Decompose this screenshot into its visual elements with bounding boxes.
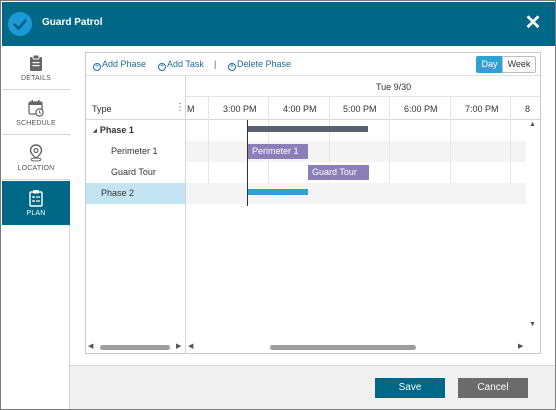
timeline: Tue 9/30 M 3:00 PM 4:00 PM 5:00 PM 6:00 …	[186, 76, 540, 353]
gantt-bar-label: Guard Tour	[312, 167, 357, 177]
title-bar: Guard Patrol ✕	[2, 2, 555, 46]
timeline-horizontal-scrollbar[interactable]: ◀ ▶	[188, 342, 526, 352]
cancel-button[interactable]: Cancel	[458, 378, 528, 398]
tree-row-label: Phase 2	[101, 188, 135, 198]
sidebar-item-label: DETAILS	[20, 75, 52, 82]
add-phase-button[interactable]: + Add Phase	[93, 59, 146, 71]
timeline-vertical-scrollbar[interactable]: ▲ ▼	[527, 120, 539, 343]
guard-patrol-dialog: Guard Patrol ✕ DETAILS SCHEDULE LOCATION…	[0, 0, 556, 410]
timeline-hour-header: M 3:00 PM 4:00 PM 5:00 PM 6:00 PM 7:00 P…	[186, 97, 540, 120]
tree-row-phase-1[interactable]: ◢ Phase 1	[86, 120, 185, 141]
clipboard-icon	[28, 54, 44, 72]
sidebar-item-label: LOCATION	[17, 165, 55, 172]
gantt-bar-guard-tour[interactable]: Guard Tour	[308, 165, 369, 180]
dialog-title: Guard Patrol	[42, 17, 103, 28]
sidebar-item-plan[interactable]: PLAN	[2, 181, 70, 225]
scroll-left-icon[interactable]: ◀	[188, 342, 193, 352]
scroll-thumb[interactable]	[100, 345, 170, 350]
scroll-right-icon[interactable]: ▶	[176, 342, 181, 352]
hour-label: 8	[525, 104, 531, 114]
toolbar-separator: |	[214, 59, 217, 69]
scroll-up-icon[interactable]: ▲	[529, 121, 536, 128]
plan-checklist-icon	[28, 189, 44, 207]
tree-row-label: Guard Tour	[111, 167, 156, 177]
sidebar-item-label: PLAN	[26, 210, 46, 217]
gantt-bar-perimeter-1[interactable]: Perimeter 1	[248, 144, 308, 159]
scroll-right-icon[interactable]: ▶	[518, 342, 523, 352]
plus-circle-icon: +	[93, 63, 101, 71]
hour-label: 5:00 PM	[343, 104, 377, 114]
hour-label: 6:00 PM	[404, 104, 438, 114]
plus-circle-icon: +	[158, 63, 166, 71]
add-task-button[interactable]: + Add Task	[158, 59, 204, 71]
gantt-grid: Type ⋮ ◢ Phase 1 Perimeter 1 Guard Tour P…	[86, 76, 540, 353]
hour-label: 3:00 PM	[223, 104, 257, 114]
tree-header: Type ⋮	[86, 76, 185, 120]
tree-row-label: Phase 1	[99, 125, 134, 135]
timeline-date: Tue 9/30	[376, 82, 412, 92]
add-task-label: Add Task	[167, 59, 204, 69]
expand-triangle-icon[interactable]: ◢	[93, 128, 97, 134]
app-logo-check-icon	[8, 12, 32, 36]
add-phase-label: Add Phase	[102, 59, 147, 69]
gantt-bar-phase-2[interactable]	[248, 189, 308, 195]
grid-line	[268, 97, 269, 183]
tree-row-label: Perimeter 1	[111, 146, 158, 156]
tree-row-phase-2[interactable]: Phase 2	[86, 183, 185, 204]
calendar-clock-icon	[28, 99, 44, 117]
hour-label: 7:00 PM	[465, 104, 499, 114]
plan-gantt-panel: + Add Phase + Add Task | × Delete Phase Day…	[85, 52, 541, 354]
sidebar-item-details[interactable]: DETAILS	[2, 46, 70, 90]
gantt-bar-label: Perimeter 1	[252, 146, 299, 156]
timeline-date-header: Tue 9/30	[186, 76, 540, 97]
timeline-row	[186, 141, 526, 162]
scroll-thumb[interactable]	[270, 345, 416, 350]
sidebar-nav: DETAILS SCHEDULE LOCATION PLAN	[2, 46, 70, 409]
delete-phase-button[interactable]: × Delete Phase	[228, 59, 291, 71]
gantt-toolbar: + Add Phase + Add Task | × Delete Phase Day…	[86, 53, 540, 76]
tree-horizontal-scrollbar[interactable]: ◀ ▶	[88, 342, 184, 352]
view-day-button[interactable]: Day	[476, 56, 503, 73]
scroll-left-icon[interactable]: ◀	[88, 342, 93, 352]
grid-line	[389, 97, 390, 183]
grid-line	[208, 97, 209, 183]
view-week-button[interactable]: Week	[502, 56, 536, 73]
timeline-row	[186, 183, 526, 204]
type-column-header: Type	[92, 104, 112, 114]
gantt-bar-phase-1[interactable]	[248, 126, 368, 132]
sidebar-item-schedule[interactable]: SCHEDULE	[2, 91, 70, 135]
grid-line	[510, 97, 511, 183]
map-pin-icon	[28, 144, 44, 162]
scroll-down-icon[interactable]: ▼	[529, 321, 536, 328]
column-menu-icon[interactable]: ⋮	[175, 102, 185, 113]
sidebar-item-location[interactable]: LOCATION	[2, 136, 70, 180]
delete-phase-label: Delete Phase	[237, 59, 292, 69]
grid-line	[450, 97, 451, 183]
close-circle-icon: ×	[228, 63, 236, 71]
tree-row-guard-tour[interactable]: Guard Tour	[86, 162, 185, 183]
sidebar-item-label: SCHEDULE	[16, 120, 56, 127]
hour-label: M	[187, 104, 195, 114]
dialog-footer: Save Cancel	[70, 365, 555, 409]
task-tree: Type ⋮ ◢ Phase 1 Perimeter 1 Guard Tour P…	[86, 76, 186, 353]
save-button[interactable]: Save	[375, 378, 445, 398]
hour-label: 4:00 PM	[283, 104, 317, 114]
tree-row-perimeter-1[interactable]: Perimeter 1	[86, 141, 185, 162]
close-icon[interactable]: ✕	[523, 12, 543, 34]
